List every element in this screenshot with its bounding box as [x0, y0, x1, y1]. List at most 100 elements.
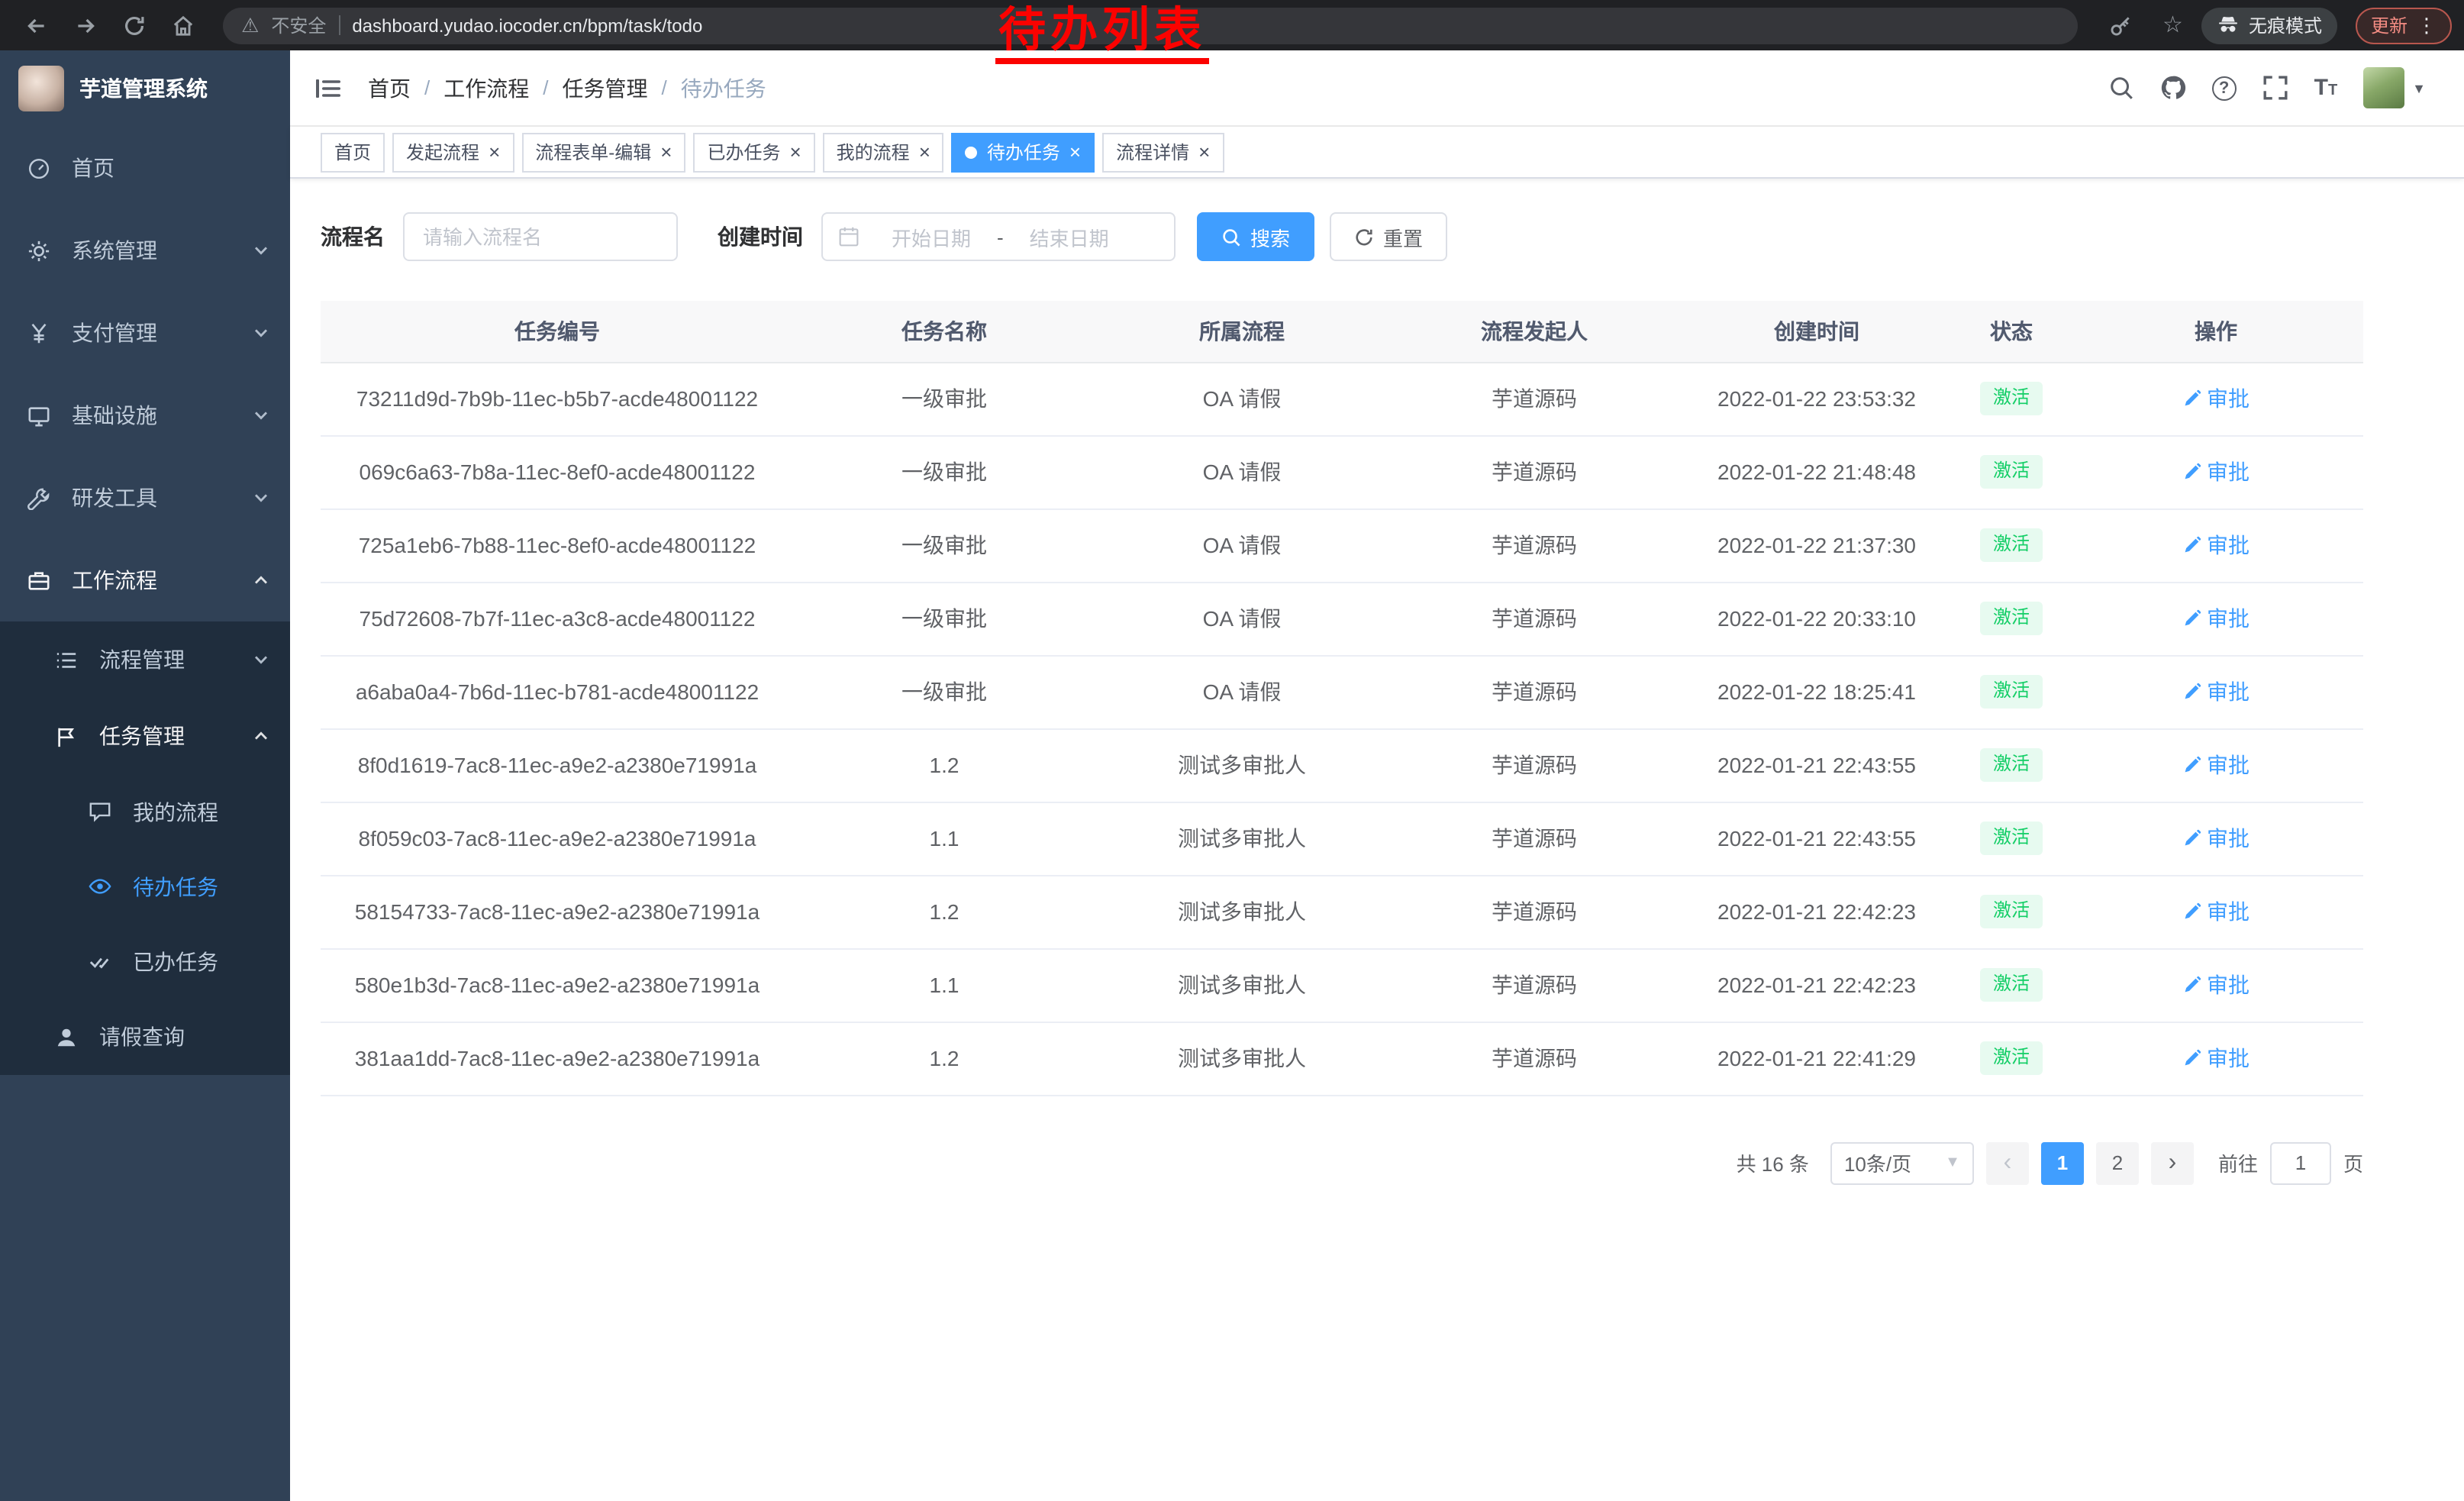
help-icon[interactable]: ? [2212, 76, 2237, 100]
start-date-placeholder[interactable]: 开始日期 [869, 222, 994, 251]
url-text[interactable]: dashboard.yudao.iocoder.cn/bpm/task/todo [352, 15, 702, 36]
page-size-select[interactable]: 10条/页 ▼ [1830, 1141, 1974, 1184]
table-row: 069c6a63-7b8a-11ec-8ef0-acde48001122一级审批… [321, 435, 2363, 508]
approve-link[interactable]: 审批 [2182, 1043, 2250, 1073]
tab-process-detail[interactable]: 流程详情× [1102, 132, 1224, 172]
goto-page-input[interactable] [2270, 1141, 2331, 1184]
search-icon[interactable] [2108, 75, 2134, 101]
status-badge: 激活 [1981, 528, 2042, 561]
table-body: 73211d9d-7b9b-11ec-b5b7-acde48001122一级审批… [321, 362, 2363, 1095]
tab-start-process[interactable]: 发起流程× [392, 132, 514, 172]
bookmark-star-icon[interactable]: ☆ [2162, 14, 2183, 37]
password-key-icon[interactable] [2106, 11, 2133, 39]
approve-link[interactable]: 审批 [2182, 970, 2250, 1000]
collapse-sidebar-icon[interactable] [313, 73, 343, 103]
next-page-button[interactable]: › [2151, 1141, 2194, 1184]
search-button[interactable]: 搜索 [1197, 212, 1314, 261]
reset-button[interactable]: 重置 [1330, 212, 1447, 261]
sidebar-item-payment[interactable]: 支付管理 [0, 292, 290, 374]
flag-icon [53, 724, 78, 748]
sidebar-item-dev-tools[interactable]: 研发工具 [0, 457, 290, 539]
menu-dots-icon[interactable]: ⋮ [2417, 13, 2437, 37]
sidebar-item-done-tasks[interactable]: 已办任务 [0, 924, 290, 999]
approve-link[interactable]: 审批 [2182, 383, 2250, 414]
github-icon[interactable] [2160, 75, 2186, 101]
page-button-1[interactable]: 1 [2041, 1141, 2084, 1184]
sidebar-item-home[interactable]: 首页 [0, 127, 290, 209]
app-logo[interactable]: 芋道管理系统 [0, 50, 290, 127]
status-badge: 激活 [1981, 602, 2042, 634]
sidebar-item-leave-query[interactable]: 请假查询 [0, 999, 290, 1075]
close-tab-icon[interactable]: × [919, 142, 930, 162]
close-tab-icon[interactable]: × [1198, 142, 1210, 162]
process-name-input[interactable] [403, 212, 678, 261]
prev-page-button[interactable]: ‹ [1986, 1141, 2029, 1184]
omnibox-divider [338, 15, 340, 35]
tab-my-process[interactable]: 我的流程× [823, 132, 944, 172]
update-button[interactable]: 更新 ⋮ [2356, 7, 2452, 44]
end-date-placeholder[interactable]: 结束日期 [1007, 222, 1132, 251]
edit-pen-icon [2182, 829, 2201, 847]
home-icon[interactable] [169, 11, 197, 39]
column-header: 操作 [2069, 301, 2363, 362]
app-title: 芋道管理系统 [79, 73, 208, 104]
breadcrumb-separator: / [662, 76, 667, 99]
sidebar-item-workflow[interactable]: 工作流程 [0, 539, 290, 621]
close-tab-icon[interactable]: × [660, 142, 672, 162]
reload-icon[interactable] [121, 11, 148, 39]
page-button-2[interactable]: 2 [2096, 1141, 2139, 1184]
table-row: 580e1b3d-7ac8-11ec-a9e2-a2380e71991a1.1测… [321, 948, 2363, 1022]
tabs-bar: 首页发起流程×流程表单-编辑×已办任务×我的流程×待办任务×流程详情× [290, 127, 2464, 179]
range-separator: - [997, 225, 1004, 248]
back-icon[interactable] [23, 11, 50, 39]
chevron-down-icon: ▼ [2412, 80, 2426, 95]
sidebar-item-my-process[interactable]: 我的流程 [0, 774, 290, 849]
filter-bar: 流程名 创建时间 开始日期 - 结束日期 搜索 [321, 212, 2433, 261]
status-badge: 激活 [1981, 455, 2042, 488]
table-row: 73211d9d-7b9b-11ec-b5b7-acde48001122一级审批… [321, 362, 2363, 435]
edit-pen-icon [2182, 756, 2201, 774]
user-menu[interactable]: ▼ [2363, 67, 2426, 108]
breadcrumb-item[interactable]: 首页 [368, 73, 411, 103]
browser-window: ⚠ 不安全 dashboard.yudao.iocoder.cn/bpm/tas… [0, 0, 2464, 1501]
tab-form-edit[interactable]: 流程表单-编辑× [521, 132, 685, 172]
monitor-icon [26, 403, 50, 428]
approve-link[interactable]: 审批 [2182, 457, 2250, 487]
sidebar-item-todo-tasks[interactable]: 待办任务 [0, 849, 290, 924]
sidebar-item-system[interactable]: 系统管理 [0, 209, 290, 292]
close-tab-icon[interactable]: × [789, 142, 801, 162]
approve-link[interactable]: 审批 [2182, 603, 2250, 634]
double-check-icon [87, 949, 111, 973]
table-row: 725a1eb6-7b88-11ec-8ef0-acde48001122一级审批… [321, 508, 2363, 582]
breadcrumb-item[interactable]: 任务管理 [563, 73, 648, 103]
approve-link[interactable]: 审批 [2182, 823, 2250, 854]
status-badge: 激活 [1981, 748, 2042, 781]
eye-icon [87, 874, 111, 899]
goto-label: 前往 [2218, 1148, 2258, 1177]
tab-todo-tasks[interactable]: 待办任务× [952, 132, 1095, 172]
approve-link[interactable]: 审批 [2182, 530, 2250, 560]
fullscreen-icon[interactable] [2262, 75, 2288, 101]
close-tab-icon[interactable]: × [1069, 142, 1081, 162]
avatar[interactable] [2363, 67, 2404, 108]
date-range-picker[interactable]: 开始日期 - 结束日期 [821, 212, 1176, 261]
chevron-up-icon [253, 573, 269, 588]
briefcase-icon [26, 568, 50, 592]
close-tab-icon[interactable]: × [489, 142, 500, 162]
approve-link[interactable]: 审批 [2182, 676, 2250, 707]
tab-done-tasks[interactable]: 已办任务× [693, 132, 814, 172]
sidebar-item-task-mgmt[interactable]: 任务管理 [0, 698, 290, 774]
sidebar-item-process-mgmt[interactable]: 流程管理 [0, 621, 290, 698]
sidebar-item-infrastructure[interactable]: 基础设施 [0, 374, 290, 457]
approve-link[interactable]: 审批 [2182, 750, 2250, 780]
forward-icon[interactable] [72, 11, 99, 39]
chevron-down-icon [253, 490, 269, 505]
breadcrumb-item[interactable]: 工作流程 [443, 73, 529, 103]
dashboard-icon [26, 156, 50, 180]
tab-home[interactable]: 首页 [321, 132, 385, 172]
calendar-icon [838, 226, 859, 247]
font-size-icon[interactable]: TT [2314, 76, 2338, 99]
security-label[interactable]: 不安全 [271, 12, 326, 38]
browser-chrome: ⚠ 不安全 dashboard.yudao.iocoder.cn/bpm/tas… [0, 0, 2464, 50]
approve-link[interactable]: 审批 [2182, 896, 2250, 927]
